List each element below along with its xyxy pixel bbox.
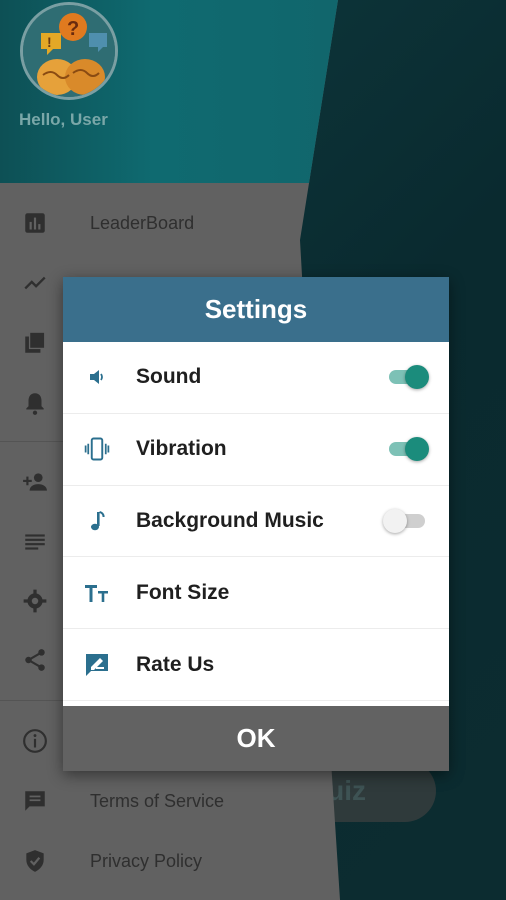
dialog-title: Settings xyxy=(63,277,449,342)
font-size-icon xyxy=(83,579,111,607)
settings-dialog: Settings Sound Vibration Background Musi… xyxy=(63,277,449,771)
setting-row-background-music[interactable]: Background Music xyxy=(63,486,449,558)
background-music-toggle[interactable] xyxy=(383,507,427,535)
ok-button[interactable]: OK xyxy=(63,706,449,771)
music-note-icon xyxy=(83,507,111,535)
rate-icon xyxy=(83,651,111,679)
setting-row-sound[interactable]: Sound xyxy=(63,342,449,414)
setting-row-font-size[interactable]: Font Size xyxy=(63,557,449,630)
vibration-toggle[interactable] xyxy=(387,435,429,463)
setting-label: Vibration xyxy=(136,437,227,461)
speaker-icon xyxy=(83,363,111,391)
vibration-icon xyxy=(83,435,111,463)
setting-row-vibration[interactable]: Vibration xyxy=(63,414,449,486)
setting-label: Background Music xyxy=(136,508,324,532)
setting-label: Rate Us xyxy=(136,652,215,676)
setting-row-rate-us[interactable]: Rate Us xyxy=(63,629,449,701)
setting-label: Sound xyxy=(136,365,202,389)
setting-label: Font Size xyxy=(136,580,230,604)
sound-toggle[interactable] xyxy=(387,363,429,391)
